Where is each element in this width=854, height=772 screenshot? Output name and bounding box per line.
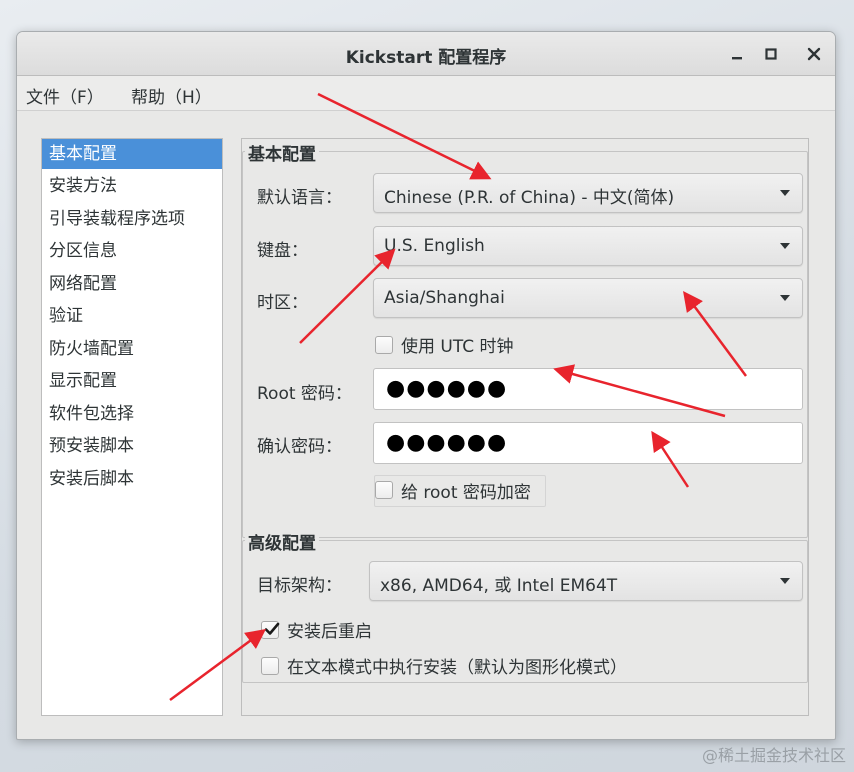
keyboard-value: U.S. English (384, 236, 485, 256)
sidebar-item-display-config[interactable]: 显示配置 (42, 366, 222, 396)
watermark: @稀土掘金技术社区 (701, 746, 846, 765)
utc-clock-label[interactable]: 使用 UTC 时钟 (401, 332, 514, 357)
close-icon[interactable] (803, 43, 825, 65)
basic-config-title: 基本配置 (245, 140, 319, 165)
sidebar-item-network-config[interactable]: 网络配置 (42, 269, 222, 299)
sidebar-item-bootloader-options[interactable]: 引导装载程序选项 (42, 204, 222, 234)
settings-panel: 基本配置 默认语言： Chinese (P.R. of China) - 中文(… (241, 138, 809, 716)
root-password-label: Root 密码： (257, 384, 352, 404)
window-title: Kickstart 配置程序 (345, 48, 507, 68)
confirm-password-value: ●●●●●● (386, 430, 508, 455)
architecture-label: 目标架构： (257, 576, 342, 596)
architecture-value: x86, AMD64, 或 Intel EM64T (380, 576, 618, 596)
advanced-config-title: 高级配置 (245, 529, 319, 554)
language-select[interactable]: Chinese (P.R. of China) - 中文(简体) (373, 173, 803, 213)
checkmark-icon (264, 622, 280, 635)
root-password-value: ●●●●●● (386, 376, 508, 401)
timezone-label: 时区： (257, 293, 308, 313)
chevron-down-icon (780, 578, 790, 584)
kickstart-window: Kickstart 配置程序 文件（F） 帮助（H） 基本配置 安装方法 引导装… (16, 31, 836, 740)
chevron-down-icon (780, 295, 790, 301)
sidebar-item-basic-config[interactable]: 基本配置 (42, 139, 222, 169)
menu-help[interactable]: 帮助（H） (131, 83, 212, 108)
maximize-icon[interactable] (760, 43, 782, 65)
sidebar-item-pre-install-script[interactable]: 预安装脚本 (42, 431, 222, 461)
chevron-down-icon (780, 190, 790, 196)
sidebar-item-authentication[interactable]: 验证 (42, 301, 222, 331)
sidebar-item-post-install-script[interactable]: 安装后脚本 (42, 464, 222, 494)
menu-file[interactable]: 文件（F） (26, 83, 104, 108)
sidebar-item-install-method[interactable]: 安装方法 (42, 171, 222, 201)
minimize-icon[interactable] (726, 43, 748, 65)
title-bar[interactable]: Kickstart 配置程序 (17, 32, 835, 76)
root-password-input[interactable]: ●●●●●● (373, 368, 803, 410)
encrypt-root-password-checkbox[interactable] (375, 481, 393, 499)
sidebar-item-partition-info[interactable]: 分区信息 (42, 236, 222, 266)
timezone-value: Asia/Shanghai (384, 288, 505, 308)
language-label: 默认语言： (257, 188, 342, 208)
menu-bar: 文件（F） 帮助（H） (17, 76, 835, 111)
category-list: 基本配置 安装方法 引导装载程序选项 分区信息 网络配置 验证 防火墙配置 显示… (41, 138, 223, 716)
sidebar-item-firewall-config[interactable]: 防火墙配置 (42, 334, 222, 364)
timezone-select[interactable]: Asia/Shanghai (373, 278, 803, 318)
encrypt-root-password-label[interactable]: 给 root 密码加密 (401, 478, 531, 503)
confirm-password-label: 确认密码： (257, 437, 342, 457)
keyboard-label: 键盘： (257, 241, 308, 261)
confirm-password-input[interactable]: ●●●●●● (373, 422, 803, 464)
sidebar-item-package-selection[interactable]: 软件包选择 (42, 399, 222, 429)
text-mode-install-checkbox[interactable] (261, 657, 279, 675)
language-value: Chinese (P.R. of China) - 中文(简体) (384, 188, 675, 208)
architecture-select[interactable]: x86, AMD64, 或 Intel EM64T (369, 561, 803, 601)
keyboard-select[interactable]: U.S. English (373, 226, 803, 266)
reboot-after-install-checkbox[interactable] (261, 621, 280, 639)
reboot-after-install-label[interactable]: 安装后重启 (287, 617, 372, 642)
text-mode-install-label[interactable]: 在文本模式中执行安装（默认为图形化模式） (287, 653, 627, 678)
utc-clock-checkbox[interactable] (375, 336, 393, 354)
chevron-down-icon (780, 243, 790, 249)
